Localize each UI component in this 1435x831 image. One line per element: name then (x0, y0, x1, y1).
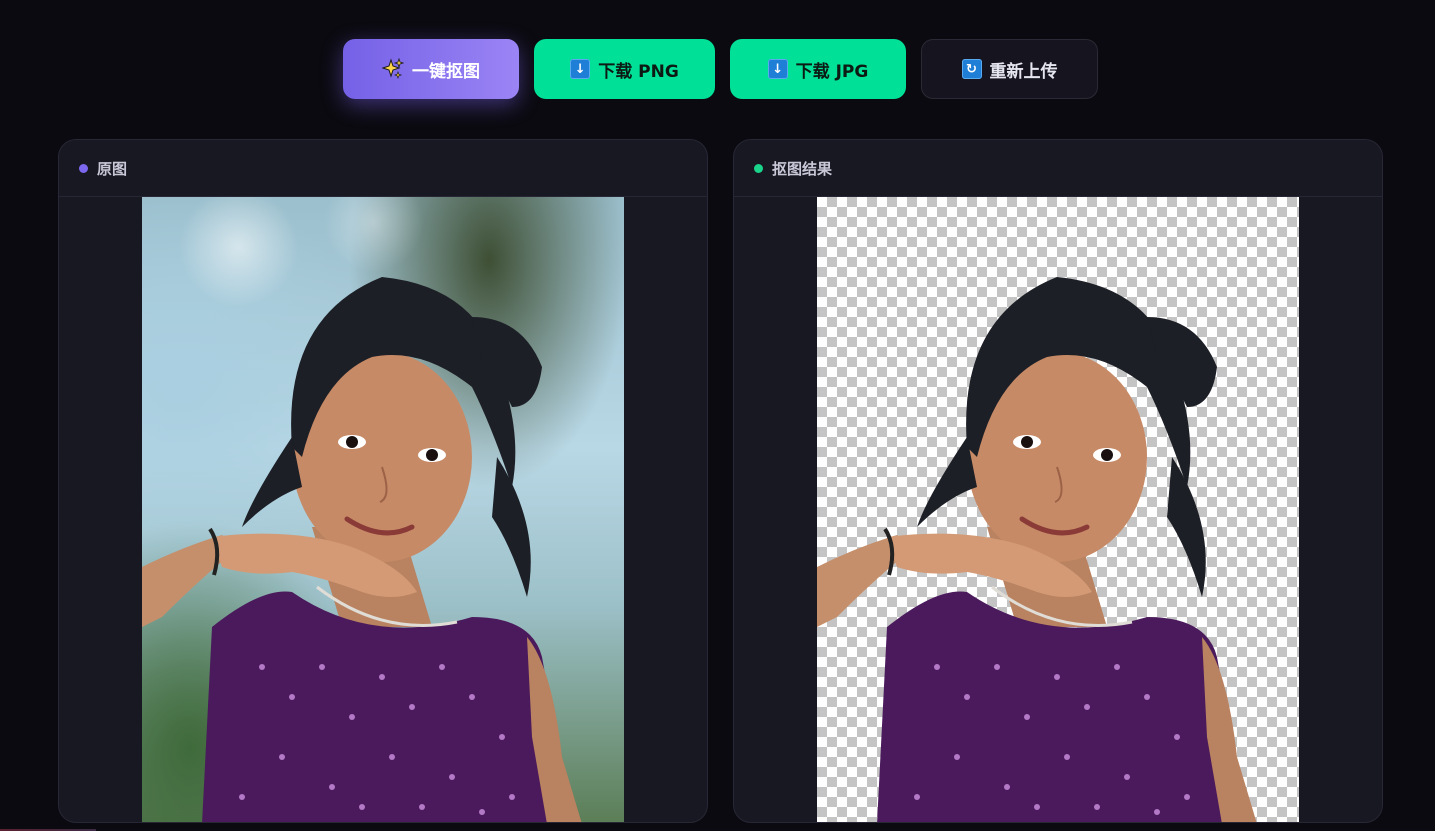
original-panel-header: 原图 (59, 140, 707, 197)
download-png-button[interactable]: ↓ 下载 PNG (534, 39, 715, 99)
status-dot (79, 163, 88, 173)
reupload-label: 重新上传 (989, 61, 1058, 82)
result-image (817, 197, 1299, 822)
result-panel: 抠图结果 (733, 139, 1383, 823)
download-arrow-icon: ↓ (767, 59, 788, 79)
reupload-button[interactable]: ↻ 重新上传 (921, 39, 1098, 99)
original-image (142, 197, 624, 822)
download-png-label: 下载 PNG (598, 61, 679, 82)
status-dot (754, 163, 763, 173)
original-panel-body (59, 197, 707, 822)
download-arrow-icon: ↓ (570, 59, 591, 79)
result-panel-body (734, 197, 1382, 822)
result-panel-title: 抠图结果 (772, 159, 833, 178)
original-panel: 原图 (58, 139, 708, 823)
toolbar: 一键抠图 ↓ 下载 PNG ↓ 下载 JPG ↻ 重新上传 (0, 39, 1435, 99)
cutout-label: 一键抠图 (412, 61, 480, 82)
one-click-cutout-button[interactable]: 一键抠图 (343, 39, 519, 99)
download-jpg-button[interactable]: ↓ 下载 JPG (730, 39, 906, 99)
refresh-icon: ↻ (961, 59, 982, 79)
sparkles-icon (382, 58, 404, 80)
original-panel-title: 原图 (97, 159, 128, 178)
download-jpg-label: 下载 JPG (795, 61, 869, 82)
result-panel-header: 抠图结果 (734, 140, 1382, 197)
